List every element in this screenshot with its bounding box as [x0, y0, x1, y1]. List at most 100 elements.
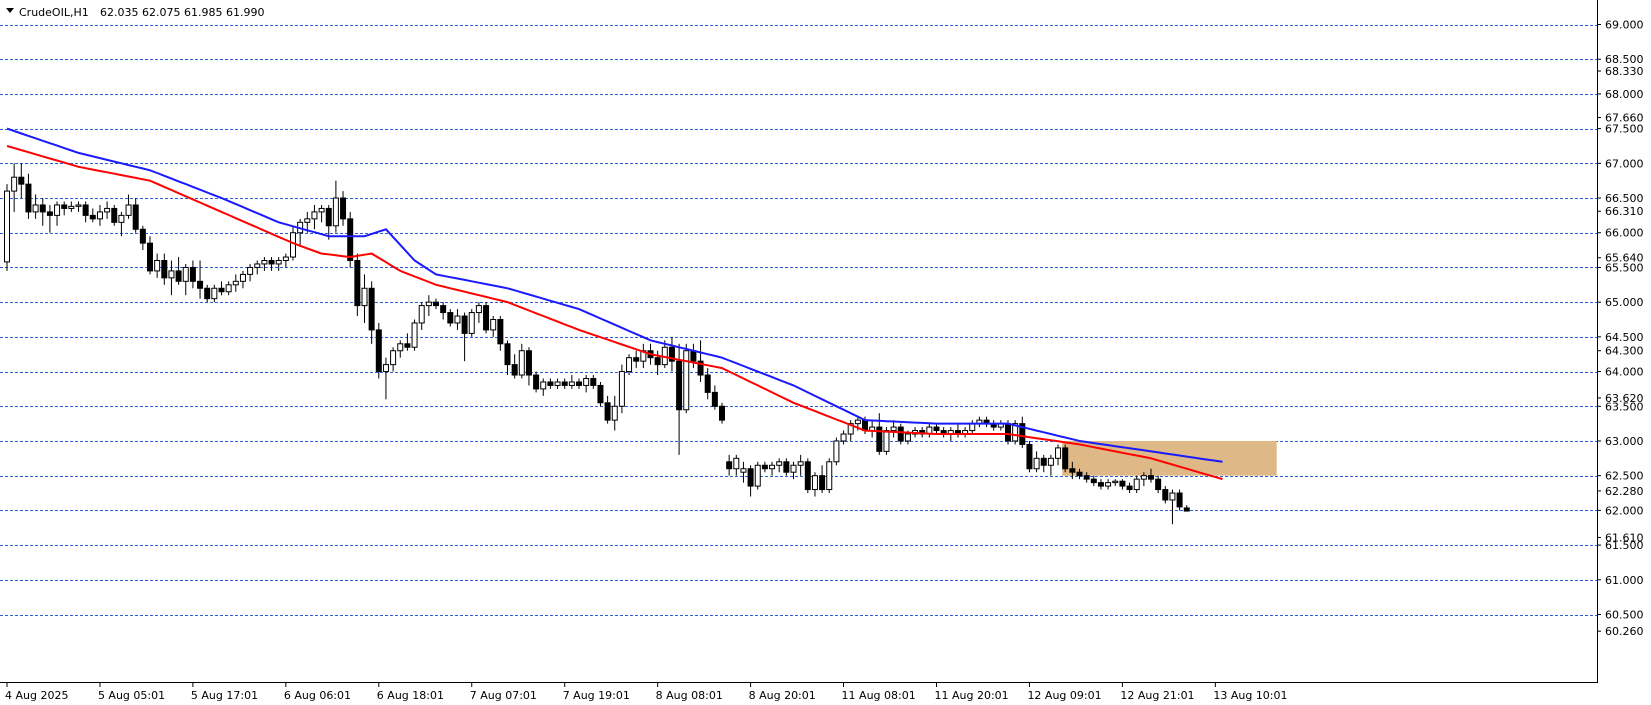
time-tick-label: 4 Aug 2025	[5, 689, 68, 702]
bear-candle-body	[597, 384, 604, 404]
bull-candle-body	[239, 273, 246, 282]
bull-candle-body	[54, 204, 61, 216]
time-tick-label: 11 Aug 08:01	[842, 689, 916, 702]
bear-candle-body	[82, 204, 89, 216]
bear-candle-body	[218, 287, 225, 293]
bear-candle-body	[46, 211, 53, 216]
bear-candle-body	[1155, 478, 1162, 491]
bull-candle-body	[568, 381, 575, 386]
bull-candle-body	[318, 207, 325, 213]
bull-candle-body	[232, 280, 239, 286]
price-tick-label: 64.300	[1605, 345, 1644, 358]
price-tick-label: 67.000	[1605, 157, 1644, 170]
bull-candle-body	[282, 256, 289, 262]
bull-candle-body	[1055, 447, 1062, 459]
bear-candle-body	[511, 364, 518, 376]
bear-candle-body	[897, 426, 904, 442]
bear-candle-body	[1176, 492, 1183, 508]
bear-candle-body	[61, 204, 68, 209]
price-tick-label: 66.500	[1605, 192, 1644, 205]
bear-candle-body	[447, 312, 454, 324]
bull-candle-body	[740, 468, 747, 473]
candle	[1176, 489, 1183, 511]
price-tick-label: 60.260	[1605, 625, 1644, 638]
price-tick-label: 61.500	[1605, 539, 1644, 552]
bear-candle-body	[533, 374, 540, 390]
bull-candle-body	[683, 350, 690, 411]
time-tick-label: 7 Aug 07:01	[470, 689, 537, 702]
bear-candle-body	[676, 360, 683, 411]
candle	[483, 302, 490, 334]
price-tick-label: 63.000	[1605, 435, 1644, 448]
price-tick-label: 61.000	[1605, 574, 1644, 587]
price-tick-label: 64.000	[1605, 366, 1644, 379]
bull-candle-body	[311, 211, 318, 220]
bear-candle-body	[147, 242, 153, 272]
price-tick-label: 62.280	[1605, 485, 1644, 498]
bull-candle-body	[540, 381, 547, 390]
bull-candle-body	[1033, 457, 1040, 470]
bull-candle-body	[454, 315, 461, 324]
bull-candle-body	[247, 266, 254, 275]
candle	[111, 204, 118, 226]
bull-candle-body	[390, 350, 397, 366]
bear-candle-body	[1119, 480, 1126, 487]
time-tick-label: 8 Aug 20:01	[749, 689, 816, 702]
price-tick-label: 60.500	[1605, 609, 1644, 622]
bear-candle-body	[633, 357, 640, 362]
bull-candle-body	[554, 381, 561, 386]
bear-candle-body	[690, 350, 697, 362]
bull-candle-body	[104, 207, 111, 213]
bull-candle-body	[290, 232, 296, 258]
bull-candle-body	[583, 378, 590, 386]
bull-candle-body	[168, 270, 175, 279]
bear-candle-body	[197, 280, 204, 289]
candle	[4, 184, 10, 271]
price-chart[interactable]: 69.00068.50068.33068.00067.66067.50067.0…	[0, 0, 1651, 705]
candle	[468, 309, 475, 337]
candle	[833, 437, 840, 466]
price-tick-label: 69.000	[1605, 19, 1644, 32]
bull-candle-body	[332, 197, 339, 227]
bear-candle-body	[747, 468, 754, 487]
bull-candle-body	[304, 218, 311, 223]
candle	[719, 402, 725, 424]
bear-candle-body	[1126, 485, 1133, 491]
bear-candle-body	[783, 461, 790, 473]
bear-candle-body	[561, 381, 568, 386]
bull-candle-body	[1169, 492, 1176, 501]
bear-candle-body	[161, 260, 168, 279]
price-tick-label: 63.500	[1605, 400, 1644, 413]
bull-candle-body	[626, 357, 633, 373]
bull-candle-body	[154, 260, 161, 272]
candle	[826, 458, 833, 494]
time-tick-label: 6 Aug 18:01	[377, 689, 444, 702]
bull-candle-body	[890, 426, 897, 432]
candle	[754, 461, 761, 490]
time-tick-label: 12 Aug 09:01	[1027, 689, 1101, 702]
bull-candle-body	[418, 305, 425, 324]
bear-candle-body	[711, 391, 718, 407]
bull-candle-body	[904, 433, 911, 442]
time-tick-label: 12 Aug 21:01	[1120, 689, 1194, 702]
bear-candle-body	[175, 270, 182, 282]
bull-candle-body	[733, 457, 740, 470]
bull-candle-body	[225, 284, 232, 293]
bear-candle-body	[761, 464, 768, 470]
bear-candle-body	[340, 197, 347, 220]
bear-candle-body	[404, 343, 411, 348]
bull-candle-body	[361, 287, 368, 307]
bull-candle-body	[611, 405, 618, 421]
price-tick-label: 67.500	[1605, 123, 1644, 136]
candle	[618, 364, 625, 414]
bear-candle-body	[1083, 475, 1090, 480]
chart-header: CrudeOIL,H1 62.035 62.075 61.985 61.990	[6, 6, 264, 19]
bear-candle-body	[375, 329, 382, 373]
price-tick-label: 68.330	[1605, 65, 1644, 78]
bear-candle-body	[590, 378, 597, 386]
bear-candle-body	[1076, 471, 1083, 477]
price-tick-label: 62.000	[1605, 504, 1644, 517]
candle	[375, 322, 382, 379]
time-tick-label: 7 Aug 19:01	[563, 689, 630, 702]
candle	[804, 458, 811, 494]
